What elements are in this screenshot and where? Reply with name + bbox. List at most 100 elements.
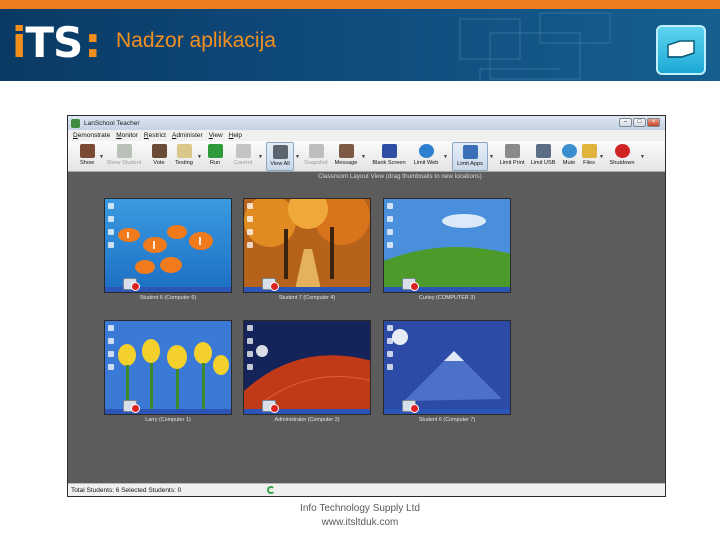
control-dropdown-arrow[interactable]: ▼ — [258, 154, 263, 160]
window-titlebar[interactable]: LanSchool Teacher – □ × — [68, 116, 665, 130]
toolbar-run-button[interactable]: Run — [206, 142, 224, 171]
company-name: Info Technology Supply Ltd — [300, 503, 420, 514]
toolbar-limit-usb-button[interactable]: Limit USB — [529, 142, 557, 171]
student-thumbnail[interactable]: Student 6 (Computer 7) — [383, 320, 511, 425]
blank-screen-icon — [381, 144, 397, 158]
toolbar-shutdown-button[interactable]: Shutdown — [607, 142, 637, 171]
limit-print-icon — [504, 144, 520, 158]
files-dropdown-arrow[interactable]: ▼ — [599, 154, 604, 160]
layout-caption: Classroom Layout View (drag thumbnails t… — [318, 173, 482, 180]
message-dropdown-arrow[interactable]: ▼ — [361, 154, 366, 160]
limit-apps-icon — [462, 145, 478, 159]
company-website[interactable]: www.itsltduk.com — [230, 516, 490, 530]
its-logo: i TS: — [12, 18, 101, 67]
student-thumbnail[interactable]: Administrator (Computer 2) — [243, 320, 371, 425]
toolbar-limit-web-button[interactable]: Limit Web — [411, 142, 441, 171]
student-thumbnail[interactable]: Student 6 (Computer 6) — [104, 198, 232, 303]
refresh-icon[interactable] — [267, 486, 275, 494]
toolbar-limit-apps-button[interactable]: Limit Apps — [452, 142, 488, 171]
blocked-app-icon — [402, 278, 419, 291]
mute-icon — [561, 144, 577, 158]
toolbar-view-all-button[interactable]: View All — [266, 142, 294, 171]
menu-demonstrate[interactable]: Demonstrate — [73, 132, 110, 139]
desktop-icons — [247, 203, 253, 255]
student-screen — [243, 198, 371, 293]
application-folder-icon — [656, 25, 706, 75]
toolbar-mute-button[interactable]: Mute — [560, 142, 578, 171]
student-caption: Student 6 (Computer 7) — [418, 417, 476, 423]
snapshot-icon — [308, 144, 324, 158]
student-caption: Larry (Computer 1) — [145, 417, 191, 423]
show-dropdown-arrow[interactable]: ▼ — [99, 154, 104, 160]
blocked-app-icon — [123, 400, 140, 413]
files-icon — [581, 144, 597, 158]
toolbar-control-button[interactable]: Control — [231, 142, 255, 171]
toolbar-files-button[interactable]: Files — [581, 142, 597, 171]
limit-usb-icon — [535, 144, 551, 158]
message-icon — [338, 144, 354, 158]
student-screen — [383, 198, 511, 293]
student-thumbnail[interactable]: Student 7 (Computer 4) — [243, 198, 371, 303]
status-bar: Total Students: 6 Selected Students: 0 — [68, 483, 665, 496]
menu-help[interactable]: Help — [229, 132, 242, 139]
lanschool-window: LanSchool Teacher – □ × Demonstrate Moni… — [67, 115, 666, 497]
student-caption: Administrator (Computer 2) — [274, 417, 340, 423]
slide-title: Nadzor aplikacija — [116, 29, 276, 52]
toolbar-limit-print-button[interactable]: Limit Print — [497, 142, 527, 171]
control-icon — [235, 144, 251, 158]
desktop-icons — [108, 325, 114, 377]
desktop-icons — [387, 203, 393, 255]
student-screen — [243, 320, 371, 415]
student-thumbnail[interactable]: Larry (Computer 1) — [104, 320, 232, 425]
shutdown-dropdown-arrow[interactable]: ▼ — [640, 154, 645, 160]
desktop-icons — [247, 325, 253, 377]
toolbar-snapshot-button[interactable]: Snapshot — [302, 142, 330, 171]
blocked-app-icon — [123, 278, 140, 291]
menu-bar: Demonstrate Monitor Restrict Administer … — [68, 130, 665, 141]
run-icon — [207, 144, 223, 158]
student-count-status: Total Students: 6 Selected Students: 0 — [71, 486, 182, 494]
student-screen — [104, 198, 232, 293]
limit-web-dropdown-arrow[interactable]: ▼ — [443, 154, 448, 160]
shutdown-icon — [614, 144, 630, 158]
toolbar-message-button[interactable]: Message — [333, 142, 359, 171]
blocked-app-icon — [262, 278, 279, 291]
toolbar-vote-button[interactable]: Vote — [149, 142, 169, 171]
close-button[interactable]: × — [647, 118, 660, 127]
student-caption: Curley (COMPUTER 3) — [418, 295, 475, 301]
toolbar-blank-screen-button[interactable]: Blank Screen — [371, 142, 407, 171]
toolbar-testing-button[interactable]: Testing — [172, 142, 196, 171]
vote-icon — [151, 144, 167, 158]
teacher-icon — [79, 144, 95, 158]
view-all-icon — [272, 145, 288, 159]
menu-monitor[interactable]: Monitor — [116, 132, 138, 139]
testing-dropdown-arrow[interactable]: ▼ — [197, 154, 202, 160]
desktop-icons — [387, 325, 393, 377]
desktop-icons — [108, 203, 114, 255]
slide-header: i TS: Nadzor aplikacija — [0, 9, 720, 81]
maximize-button[interactable]: □ — [633, 118, 646, 127]
testing-icon — [176, 144, 192, 158]
student-caption: Student 6 (Computer 6) — [139, 295, 197, 301]
limit-web-icon — [418, 144, 434, 158]
toolbar-show-student-button[interactable]: Show Student — [105, 142, 143, 171]
header-accent-strip — [0, 0, 720, 9]
window-title: LanSchool Teacher — [84, 119, 140, 127]
menu-restrict[interactable]: Restrict — [144, 132, 166, 139]
student-screen — [383, 320, 511, 415]
limit-apps-dropdown-arrow[interactable]: ▼ — [489, 154, 494, 160]
toolbar-show-button[interactable]: Show — [76, 142, 98, 171]
classroom-layout-view: Classroom Layout View (drag thumbnails t… — [69, 172, 665, 483]
menu-view[interactable]: View — [209, 132, 223, 139]
minimize-button[interactable]: – — [619, 118, 632, 127]
student-caption: Student 7 (Computer 4) — [278, 295, 336, 301]
blocked-app-icon — [262, 400, 279, 413]
view-all-dropdown-arrow[interactable]: ▼ — [295, 154, 300, 160]
student-screen — [104, 320, 232, 415]
show-student-icon — [116, 144, 132, 158]
student-thumbnail[interactable]: Curley (COMPUTER 3) — [383, 198, 511, 303]
slide-footer: Info Technology Supply Ltd www.itsltduk.… — [230, 502, 490, 530]
menu-administer[interactable]: Administer — [172, 132, 203, 139]
blocked-app-icon — [402, 400, 419, 413]
toolbar: Show ▼ Show Student Vote Testing ▼ Run C… — [68, 141, 665, 172]
